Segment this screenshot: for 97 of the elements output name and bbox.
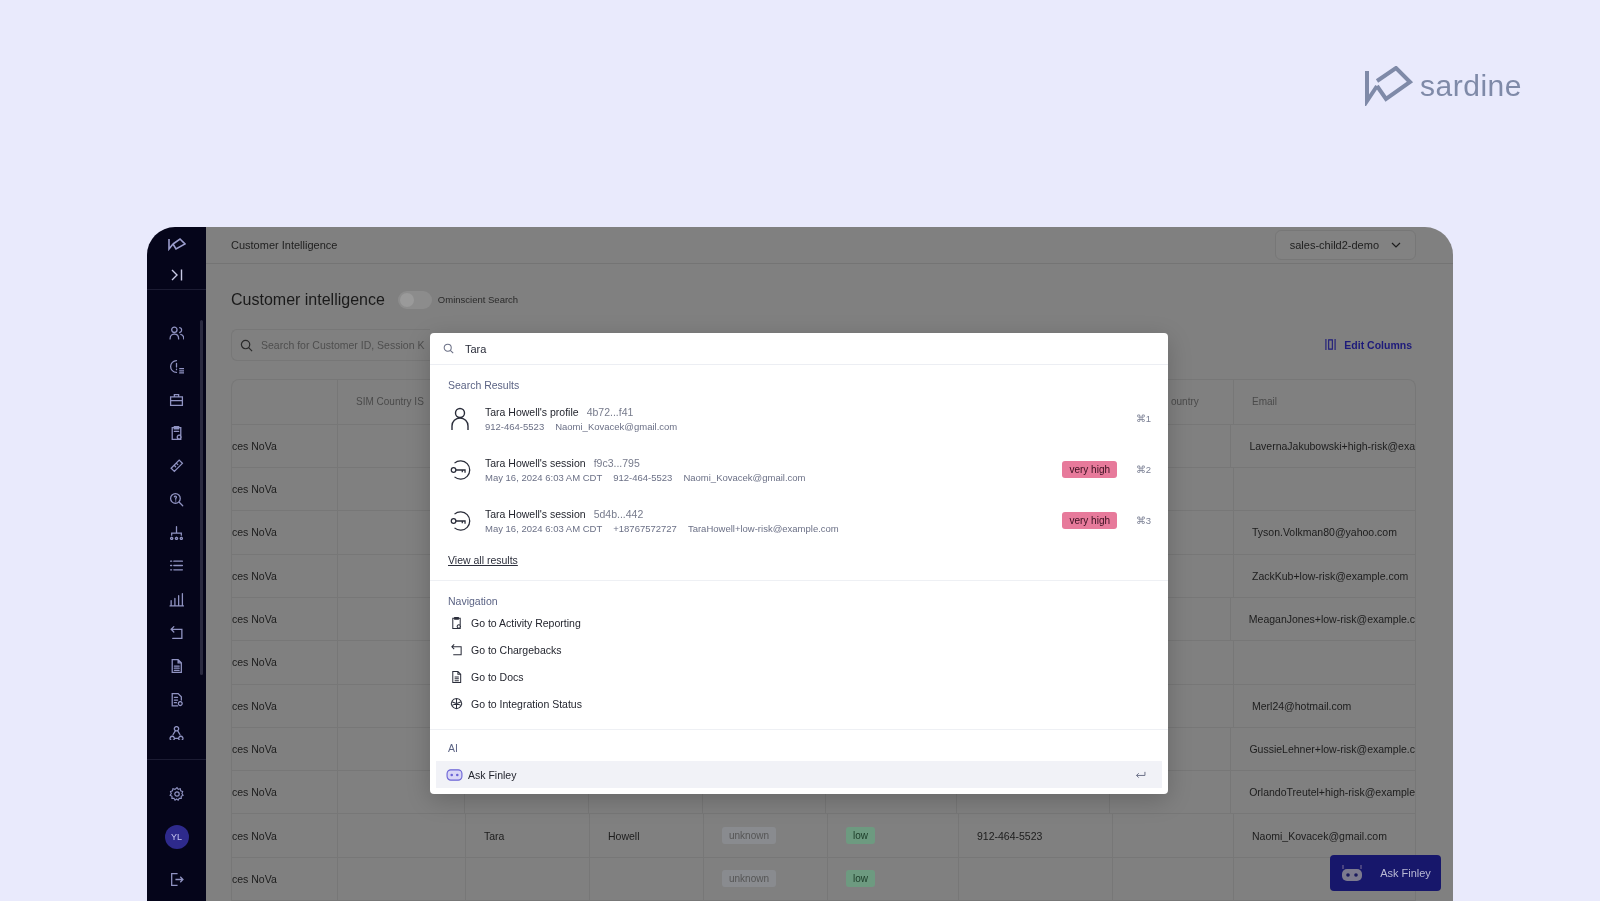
logo-icon bbox=[1364, 66, 1415, 106]
table-cell: Howell bbox=[608, 829, 640, 842]
briefcase-icon[interactable] bbox=[169, 391, 184, 407]
result-title: Tara Howell's session bbox=[485, 507, 586, 520]
columns-icon bbox=[1325, 338, 1337, 352]
status-tag: unknown bbox=[722, 827, 777, 845]
toggle-label: Ominscient Search bbox=[437, 294, 519, 306]
ask-finley-item[interactable]: Ask Finley bbox=[436, 761, 1162, 788]
table-cell: Tyson.Volkman80@yahoo.com bbox=[1252, 526, 1397, 539]
webhook-icon[interactable] bbox=[169, 724, 184, 740]
table-cell: ces NoVa bbox=[232, 656, 277, 669]
settings-icon[interactable] bbox=[168, 785, 185, 802]
robot-icon bbox=[446, 768, 463, 781]
view-all-link[interactable]: View all results bbox=[448, 554, 518, 566]
document-icon bbox=[450, 669, 463, 684]
search-icon bbox=[443, 343, 454, 354]
section-title: AI bbox=[448, 741, 459, 756]
table-cell: ces NoVa bbox=[232, 872, 277, 885]
collapse-icon[interactable] bbox=[169, 267, 184, 282]
result-detail: 912-464-5523 bbox=[613, 471, 673, 483]
risk-badge: very high bbox=[1062, 512, 1117, 529]
breadcrumb: Customer Intelligence bbox=[231, 238, 338, 251]
result-detail: Naomi_Kovacek@gmail.com bbox=[683, 471, 806, 483]
alert-list-icon[interactable] bbox=[169, 358, 184, 374]
search-result[interactable]: Tara Howell's session f9c3...795 May 16, 2024 6:03 AM CDT 912-464-5523 Naomi_Kovacek@gmail.com very high ⌘2 bbox=[448, 444, 1151, 495]
person-icon bbox=[448, 406, 472, 431]
table-cell: 912-464-5523 bbox=[977, 829, 1043, 842]
table-cell: OrlandoTreutel+high-risk@example bbox=[1249, 786, 1415, 799]
result-detail: May 16, 2024 6:03 AM CDT bbox=[485, 522, 603, 534]
table-cell: ces NoVa bbox=[232, 786, 277, 799]
bar-chart-icon[interactable] bbox=[169, 591, 184, 607]
shortcut-hint: ⌘2 bbox=[1135, 464, 1151, 475]
table-cell: ces NoVa bbox=[232, 742, 277, 755]
result-detail: Naomi_Kovacek@gmail.com bbox=[555, 420, 678, 432]
table-cell: ZackKub+low-risk@example.com bbox=[1252, 569, 1409, 582]
table-cell: GussieLehner+low-risk@example.c bbox=[1249, 742, 1415, 755]
table-cell: ces NoVa bbox=[232, 483, 277, 496]
users-icon[interactable] bbox=[169, 325, 184, 341]
page-title: Customer intelligence bbox=[231, 290, 385, 309]
navigation-item[interactable]: Go to Integration Status bbox=[448, 690, 1151, 717]
table-cell: LavernaJakubowski+high-risk@exa bbox=[1249, 439, 1415, 452]
toggle-switch[interactable] bbox=[397, 290, 432, 309]
wheel-icon bbox=[450, 696, 463, 711]
result-title: Tara Howell's session bbox=[485, 456, 586, 469]
return-icon[interactable] bbox=[169, 624, 184, 640]
ask-finley-button[interactable]: Ask Finley bbox=[1330, 855, 1441, 891]
table-cell: Tara bbox=[484, 829, 505, 842]
clipboard-icon[interactable] bbox=[169, 425, 184, 441]
status-tag: unknown bbox=[722, 870, 777, 888]
risk-tag: low bbox=[846, 827, 875, 845]
document-icon[interactable] bbox=[169, 658, 184, 674]
logout-icon[interactable] bbox=[169, 872, 184, 887]
table-cell: ces NoVa bbox=[232, 699, 277, 712]
scrollbar[interactable] bbox=[200, 320, 203, 676]
result-title: Tara Howell's profile bbox=[485, 405, 579, 418]
key-icon bbox=[448, 458, 472, 481]
return-icon bbox=[450, 642, 463, 657]
table-cell: ces NoVa bbox=[232, 439, 277, 452]
key-icon bbox=[448, 509, 472, 532]
result-id: f9c3...795 bbox=[593, 456, 640, 469]
logo-text: sardine bbox=[1420, 69, 1522, 103]
navigation-item[interactable]: Go to Docs bbox=[448, 663, 1151, 690]
robot-icon bbox=[1340, 864, 1365, 882]
risk-badge: very high bbox=[1062, 461, 1117, 478]
result-detail: May 16, 2024 6:03 AM CDT bbox=[485, 471, 603, 483]
navigation-item[interactable]: Go to Activity Reporting bbox=[448, 609, 1151, 636]
shortcut-hint: ⌘3 bbox=[1135, 515, 1151, 526]
result-id: 5d4b...442 bbox=[593, 507, 644, 520]
table-cell: MeaganJones+low-risk@example.c bbox=[1248, 613, 1415, 626]
logo-icon bbox=[167, 236, 186, 251]
document-gear-icon[interactable] bbox=[169, 691, 184, 707]
clipboard-icon bbox=[450, 615, 463, 630]
table-cell: Naomi_Kovacek@gmail.com bbox=[1252, 829, 1387, 842]
table-cell: ces NoVa bbox=[232, 526, 277, 539]
search-result[interactable]: Tara Howell's profile 4b72...f41 912-464-5523 Naomi_Kovacek@gmail.com ⌘1 bbox=[448, 393, 1151, 444]
result-detail: TaraHowell+low-risk@example.com bbox=[687, 522, 839, 534]
table-cell: ces NoVa bbox=[232, 613, 277, 626]
navigation-item[interactable]: Go to Chargebacks bbox=[448, 636, 1151, 663]
result-id: 4b72...f41 bbox=[586, 405, 634, 418]
table-cell: ces NoVa bbox=[232, 569, 277, 582]
ruler-icon[interactable] bbox=[169, 458, 184, 474]
search-result[interactable]: Tara Howell's session 5d4b...442 May 16, 2024 6:03 AM CDT +18767572727 TaraHowell+low-risk@example.com very high ⌘3 bbox=[448, 495, 1151, 546]
enter-icon bbox=[1135, 770, 1146, 779]
chevron-down-icon bbox=[1391, 241, 1401, 248]
org-dropdown[interactable]: sales-child2-demo bbox=[1274, 229, 1416, 260]
result-detail: +18767572727 bbox=[613, 522, 677, 534]
edit-columns-button[interactable]: Edit Columns bbox=[1321, 334, 1416, 356]
avatar[interactable]: YL bbox=[164, 824, 189, 849]
shortcut-hint: ⌘1 bbox=[1135, 413, 1151, 424]
hierarchy-icon[interactable] bbox=[169, 525, 184, 541]
section-title: Search Results bbox=[448, 378, 521, 393]
result-detail: 912-464-5523 bbox=[485, 420, 545, 432]
table-cell: ces NoVa bbox=[232, 829, 277, 842]
search-question-icon[interactable] bbox=[169, 491, 184, 507]
table-cell: Merl24@hotmail.com bbox=[1252, 699, 1352, 712]
section-title: Navigation bbox=[448, 594, 499, 609]
risk-tag: low bbox=[846, 870, 875, 888]
